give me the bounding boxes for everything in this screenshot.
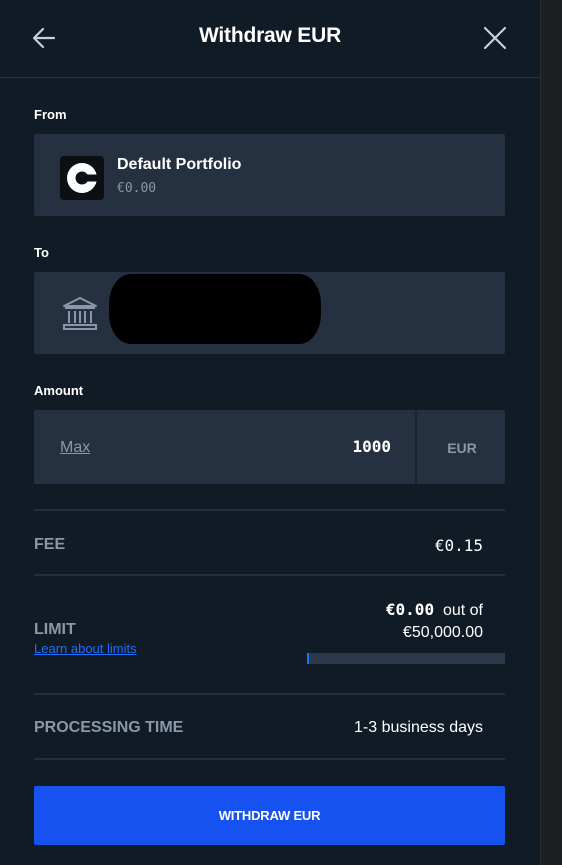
background-strip — [540, 0, 562, 865]
withdraw-button-label: WITHDRAW EUR — [218, 808, 321, 823]
header: Withdraw EUR — [0, 0, 540, 78]
divider — [34, 758, 505, 760]
coinbase-logo — [60, 156, 104, 200]
amount-label: Amount — [34, 383, 84, 398]
redacted-account-name — [109, 274, 321, 344]
currency-selector[interactable]: EUR — [415, 410, 505, 484]
processing-time-label: PROCESSING TIME — [34, 719, 184, 736]
limit-label: LIMIT — [34, 621, 76, 638]
amount-input[interactable]: Max 1000 EUR — [34, 410, 505, 484]
close-icon[interactable] — [481, 24, 509, 52]
from-portfolio-selector[interactable]: Default Portfolio €0.00 — [34, 134, 505, 216]
limit-out-of: out of — [442, 602, 483, 619]
portfolio-balance: €0.00 — [117, 181, 157, 196]
divider — [34, 693, 505, 695]
limit-used-value: €0.00 — [385, 600, 435, 619]
to-label: To — [34, 245, 49, 260]
divider — [34, 509, 505, 511]
learn-about-limits-link[interactable]: Learn about limits — [34, 641, 137, 656]
fee-label: FEE — [34, 536, 66, 553]
limit-progress-fill — [307, 653, 309, 664]
currency-label: EUR — [447, 440, 477, 456]
withdraw-panel: Withdraw EUR From Default Portfolio €0.0… — [0, 0, 540, 865]
withdraw-eur-button[interactable]: WITHDRAW EUR — [34, 786, 505, 845]
limit-total: €50,000.00 — [402, 624, 483, 641]
processing-time-value: 1-3 business days — [354, 719, 483, 736]
portfolio-name: Default Portfolio — [117, 156, 242, 173]
page-title: Withdraw EUR — [198, 24, 342, 47]
limit-used: €0.00 out of — [386, 600, 483, 620]
divider — [34, 574, 505, 576]
max-button[interactable]: Max — [60, 439, 90, 457]
fee-value: €0.15 — [434, 536, 483, 555]
to-account-selector[interactable] — [34, 272, 505, 354]
from-label: From — [34, 107, 67, 122]
amount-value[interactable]: 1000 — [184, 437, 391, 456]
limit-progress-bar — [307, 653, 505, 664]
bank-icon — [61, 294, 99, 332]
